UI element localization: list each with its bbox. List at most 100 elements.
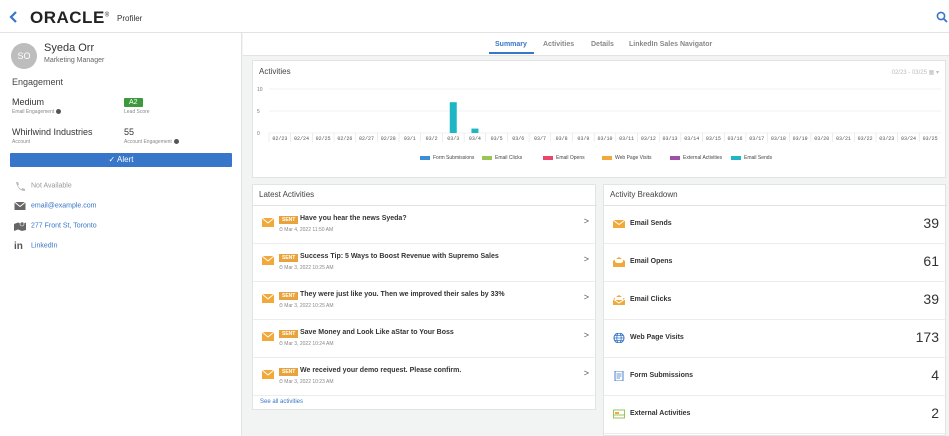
x-tick-label: 03/21: [836, 136, 851, 142]
x-tick-label: 03/5: [491, 136, 503, 142]
active-tab-indicator: [489, 52, 534, 54]
tab-details[interactable]: Details: [591, 41, 614, 48]
sent-badge: SENT: [279, 216, 299, 224]
x-tick-label: 02/28: [381, 136, 396, 142]
legend-label: Web Page Visits: [615, 155, 652, 161]
tab-linkedin-sales-navigator[interactable]: LinkedIn Sales Navigator: [629, 41, 712, 48]
account-label: Account: [12, 139, 31, 145]
search-icon[interactable]: [936, 11, 948, 23]
see-all-activities-link[interactable]: See all activities: [260, 399, 303, 405]
x-tick-label: 03/24: [901, 136, 916, 142]
envelope-icon: [14, 201, 26, 210]
tab-summary[interactable]: Summary: [495, 41, 527, 48]
activity-date: ⏱ Mar 4, 2022 11:50 AM: [279, 227, 334, 233]
x-tick-label: 03/2: [426, 136, 438, 142]
activities-chart: 10 5 0 02/23 02/24 02/25 02/26 02/27 02/28 03/1 03…: [257, 87, 941, 142]
breakdown-label: Email Clicks: [630, 296, 672, 303]
legend-item[interactable]: Email Sends: [731, 155, 772, 161]
envelope-icon: [262, 256, 274, 265]
back-chevron-icon[interactable]: [7, 10, 21, 24]
email-engagement-label: Email Engagement: [12, 109, 55, 115]
chevron-right-icon[interactable]: >: [584, 254, 589, 264]
legend-swatch: [543, 155, 553, 160]
x-tick-label: 03/1: [404, 136, 416, 142]
chevron-right-icon[interactable]: >: [584, 368, 589, 378]
activity-row[interactable]: SENT They were just like you. Then we imp…: [253, 282, 597, 320]
breakdown-row: Form Submissions 4: [604, 358, 947, 396]
y-tick-label: 10: [257, 87, 263, 93]
x-tick-label: 03/7: [534, 136, 546, 142]
activity-title: They were just like you. Then we improve…: [300, 291, 505, 298]
x-tick-label: 03/10: [597, 136, 612, 142]
info-icon[interactable]: [56, 109, 62, 115]
chevron-right-icon[interactable]: >: [584, 330, 589, 340]
breakdown-row: Email Clicks 39: [604, 282, 947, 320]
lead-score-badge: A2: [124, 98, 143, 107]
legend-swatch: [420, 155, 430, 160]
latest-activities-title: Latest Activities: [259, 190, 315, 199]
activity-row[interactable]: SENT Have you hear the news Syeda? ⏱ Mar 4…: [253, 206, 597, 244]
x-tick-label: 02/25: [316, 136, 331, 142]
address-link[interactable]: 277 Front St, Toronto: [31, 223, 97, 230]
breakdown-row: Email Sends 39: [604, 206, 947, 244]
breakdown-label: Email Sends: [630, 220, 672, 227]
account-name: Whirlwind Industries: [12, 127, 93, 137]
legend-label: External Activities: [683, 155, 723, 161]
breakdown-label: Web Page Visits: [630, 334, 684, 341]
email-engagement-value: Medium: [12, 97, 45, 107]
x-tick-label: 02/26: [337, 136, 352, 142]
x-tick-label: 03/25: [923, 136, 938, 142]
x-tick-label: 03/8: [556, 136, 568, 142]
account-engagement-value: 55: [124, 127, 135, 137]
activity-date: ⏱ Mar 3, 2022 10:23 AM: [279, 379, 334, 385]
globe-icon: [613, 333, 625, 343]
breakdown-label: Email Opens: [630, 258, 673, 265]
phone-icon: [16, 182, 25, 191]
activity-title: Success Tip: 5 Ways to Boost Revenue wit…: [300, 253, 499, 260]
email-open-icon: [613, 257, 625, 267]
activity-row[interactable]: SENT Save Money and Look Like aStar to Yo…: [253, 320, 597, 358]
legend-item[interactable]: Email Clicks: [482, 155, 522, 161]
legend-item[interactable]: External Activities: [670, 155, 722, 161]
activity-row[interactable]: SENT We received your demo request. Pleas…: [253, 358, 597, 396]
legend-swatch: [482, 155, 492, 160]
x-tick-label: 02/24: [294, 136, 309, 142]
breakdown-count: 173: [915, 329, 939, 345]
info-icon[interactable]: [173, 139, 179, 145]
x-tick-label: 03/13: [663, 136, 678, 142]
breakdown-count: 4: [931, 367, 939, 383]
date-range-picker[interactable]: 02/23 - 03/25 ▦ ▾: [892, 69, 939, 76]
legend-item[interactable]: Email Opens: [543, 155, 585, 161]
legend-swatch: [731, 155, 741, 160]
x-tick-label: 03/19: [793, 136, 808, 142]
linkedin-link[interactable]: LinkedIn: [31, 243, 57, 250]
breakdown-count: 39: [923, 291, 939, 307]
account-metric: Whirlwind Industries Account: [12, 127, 93, 145]
account-engagement-metric: 55 Account Engagement: [124, 127, 179, 145]
y-tick-label: 0: [257, 131, 260, 137]
x-tick-label: 03/22: [858, 136, 873, 142]
sent-badge: SENT: [279, 254, 299, 262]
breakdown-row: External Activities 2: [604, 396, 947, 434]
x-tick-label: 03/16: [728, 136, 743, 142]
app-name: Profiler: [117, 14, 143, 23]
email-link[interactable]: email@example.com: [31, 203, 96, 210]
activity-row[interactable]: SENT Success Tip: 5 Ways to Boost Revenue…: [253, 244, 597, 282]
alert-button[interactable]: ✓ Alert: [10, 153, 232, 167]
x-tick-label: 03/6: [512, 136, 524, 142]
x-tick-label: 02/23: [272, 136, 287, 142]
tab-activities[interactable]: Activities: [543, 41, 574, 48]
legend-item[interactable]: Web Page Visits: [602, 155, 652, 161]
legend-swatch: [670, 155, 680, 160]
activity-date: ⏱ Mar 3, 2022 10:25 AM: [279, 303, 334, 309]
bar-email-sends[interactable]: [449, 102, 457, 133]
chart-title: Activities: [259, 67, 291, 76]
x-tick-label: 03/17: [749, 136, 764, 142]
chevron-right-icon[interactable]: >: [584, 292, 589, 302]
sent-badge: SENT: [279, 292, 299, 300]
legend-item[interactable]: Form Submissions: [420, 155, 474, 161]
phone-row: Not Available: [14, 181, 72, 191]
bar-email-sends[interactable]: [471, 128, 479, 133]
linkedin-icon: in: [14, 241, 23, 252]
chevron-right-icon[interactable]: >: [584, 216, 589, 226]
